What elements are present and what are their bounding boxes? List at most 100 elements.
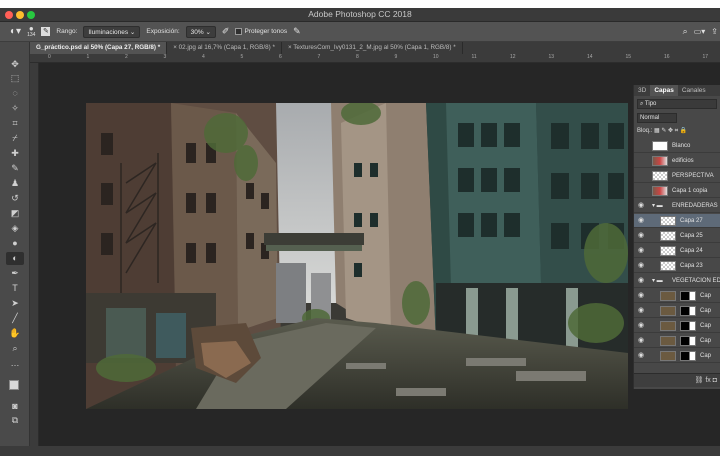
layer-row[interactable]: ◉ ▾ ▬ VEGETACION EDI: [634, 274, 720, 288]
folder-icon[interactable]: ▾ ▬: [652, 277, 663, 284]
layer-visibility-eye-icon[interactable]: ◉: [638, 217, 646, 225]
history-brush-tool-icon[interactable]: ↺: [6, 192, 24, 205]
layer-row[interactable]: ◉ Cap: [634, 319, 720, 333]
layer-thumbnail: [660, 246, 676, 256]
dodge-tool-icon[interactable]: ◐▾: [10, 26, 21, 37]
foreground-color-swatch[interactable]: [9, 380, 19, 390]
document-tab[interactable]: × 02.jpg al 16,7% (Capa 1, RGB/8) *: [167, 42, 282, 54]
layer-row[interactable]: ◉ Capa 23: [634, 259, 720, 273]
ruler-tick-label: 16: [664, 54, 670, 60]
layer-row[interactable]: ◉ Cap: [634, 349, 720, 363]
layer-thumbnail: [660, 336, 676, 346]
type-tool-icon[interactable]: T: [6, 282, 24, 295]
airbrush-icon[interactable]: ✐: [222, 26, 230, 37]
layer-row[interactable]: ◉ Capa 27: [634, 214, 720, 228]
layer-name: Capa 24: [680, 248, 703, 254]
layer-mask-thumbnail[interactable]: [680, 306, 696, 316]
layer-row[interactable]: ◉ Capa 24: [634, 244, 720, 258]
layer-mask-thumbnail[interactable]: [680, 336, 696, 346]
layer-mask-thumbnail[interactable]: [680, 351, 696, 361]
layer-visibility-eye-icon[interactable]: ◉: [638, 247, 646, 255]
zoom-tool-icon[interactable]: ⌕: [6, 342, 24, 355]
lock-pixels-icon[interactable]: ▦ ✎ ✥ ⌗ 🔒: [654, 128, 687, 134]
document-tab[interactable]: × TexturesCom_Ivy0131_2_M.jpg al 50% (Ca…: [282, 42, 463, 54]
layer-visibility-eye-icon[interactable]: [638, 187, 646, 195]
tab-3d[interactable]: 3D: [634, 85, 650, 96]
healing-brush-tool-icon[interactable]: ✚: [6, 147, 24, 160]
protect-tones-checkbox[interactable]: Proteger tonos: [235, 27, 287, 35]
paint-bucket-tool-icon[interactable]: ◈: [6, 222, 24, 235]
layer-visibility-eye-icon[interactable]: ◉: [638, 337, 646, 345]
brush-preset-picker[interactable]: ● 134: [27, 24, 35, 38]
layer-thumbnail: [660, 306, 676, 316]
brush-tool-icon[interactable]: ✎: [6, 162, 24, 175]
canvas-pasteboard[interactable]: [39, 63, 720, 456]
layer-visibility-eye-icon[interactable]: ◉: [638, 262, 646, 270]
move-tool-icon[interactable]: ✥: [6, 58, 24, 71]
lasso-tool-icon[interactable]: ◌: [6, 87, 24, 100]
pressure-size-icon[interactable]: ✎: [293, 26, 301, 37]
range-select[interactable]: Iluminaciones ⌄: [83, 25, 141, 38]
layer-visibility-eye-icon[interactable]: ◉: [638, 292, 646, 300]
layer-row[interactable]: ◉ Cap: [634, 304, 720, 318]
layer-visibility-eye-icon[interactable]: [638, 157, 646, 165]
brush-panel-toggle-icon[interactable]: ✎: [41, 27, 51, 36]
document-canvas[interactable]: [86, 103, 628, 409]
marquee-tool-icon[interactable]: ⬚: [6, 72, 24, 85]
layer-mask-thumbnail[interactable]: [680, 291, 696, 301]
layer-visibility-eye-icon[interactable]: ◉: [638, 307, 646, 315]
tab-channels[interactable]: Canales: [678, 85, 710, 96]
share-icon[interactable]: ⇪: [711, 27, 720, 36]
blend-mode-select[interactable]: Normal: [637, 113, 677, 123]
eraser-tool-icon[interactable]: ◩: [6, 207, 24, 220]
crop-tool-icon[interactable]: ⌗: [6, 117, 24, 130]
magic-wand-tool-icon[interactable]: ✧: [6, 102, 24, 115]
layer-name: ENREDADERAS: [672, 203, 718, 209]
link-icon[interactable]: ⛓: [695, 377, 706, 384]
exposure-input[interactable]: 30% ⌄: [185, 25, 216, 38]
path-selection-tool-icon[interactable]: ➤: [6, 297, 24, 310]
eyedropper-tool-icon[interactable]: ⌿: [6, 132, 24, 145]
ruler-tick-label: 3: [163, 54, 167, 60]
screen-mode-icon[interactable]: ⧉: [6, 414, 24, 427]
document-tab-active[interactable]: G_práctico.psd al 50% (Capa 27, RGB/8) *: [30, 42, 168, 54]
city-ruins-image: [86, 103, 628, 409]
layer-row[interactable]: ◉ Cap: [634, 334, 720, 348]
layer-mask-thumbnail[interactable]: [680, 321, 696, 331]
layer-row[interactable]: Capa 1 copia: [634, 184, 720, 198]
more-tools-icon[interactable]: …: [6, 357, 24, 370]
pen-tool-icon[interactable]: ✒: [6, 267, 24, 280]
status-bar: [0, 446, 720, 456]
layer-visibility-eye-icon[interactable]: [638, 172, 646, 180]
layer-row[interactable]: edificios: [634, 154, 720, 168]
layer-name: edificios: [672, 158, 694, 164]
layer-visibility-eye-icon[interactable]: ◉: [638, 352, 646, 360]
layer-visibility-eye-icon[interactable]: ◉: [638, 277, 646, 285]
hand-tool-icon[interactable]: ✋: [6, 327, 24, 340]
layer-row[interactable]: ◉ Capa 25: [634, 229, 720, 243]
layer-row[interactable]: ◉ ▾ ▬ ENREDADERAS: [634, 199, 720, 213]
workspace-icon[interactable]: ▭▾: [694, 27, 706, 36]
blur-tool-icon[interactable]: ●: [6, 237, 24, 250]
dodge-tool-icon-active[interactable]: ◐: [6, 252, 24, 265]
clone-stamp-tool-icon[interactable]: ♟: [6, 177, 24, 190]
layer-filter-select[interactable]: ⌕ Tipo: [637, 99, 717, 109]
folder-icon[interactable]: ▾ ▬: [652, 202, 663, 209]
layer-visibility-eye-icon[interactable]: ◉: [638, 232, 646, 240]
range-select-value: Iluminaciones: [88, 28, 129, 36]
line-tool-icon[interactable]: ╱: [6, 312, 24, 325]
vertical-ruler[interactable]: [30, 63, 39, 456]
layer-visibility-eye-icon[interactable]: [638, 142, 646, 150]
search-icon[interactable]: ⌕: [683, 26, 688, 37]
mask-icon[interactable]: ◘: [713, 377, 717, 384]
layer-row[interactable]: PERSPECTIVA: [634, 169, 720, 183]
layer-row[interactable]: Blanco: [634, 139, 720, 153]
layer-name: VEGETACION EDI: [672, 278, 720, 284]
layer-thumbnail: [660, 231, 676, 241]
fx-icon[interactable]: fx: [705, 377, 710, 384]
tab-layers[interactable]: Capas: [650, 85, 678, 96]
layer-visibility-eye-icon[interactable]: ◉: [638, 322, 646, 330]
layer-visibility-eye-icon[interactable]: ◉: [638, 202, 646, 210]
quick-mask-icon[interactable]: ◙: [6, 400, 24, 413]
layer-row[interactable]: ◉ Cap: [634, 289, 720, 303]
